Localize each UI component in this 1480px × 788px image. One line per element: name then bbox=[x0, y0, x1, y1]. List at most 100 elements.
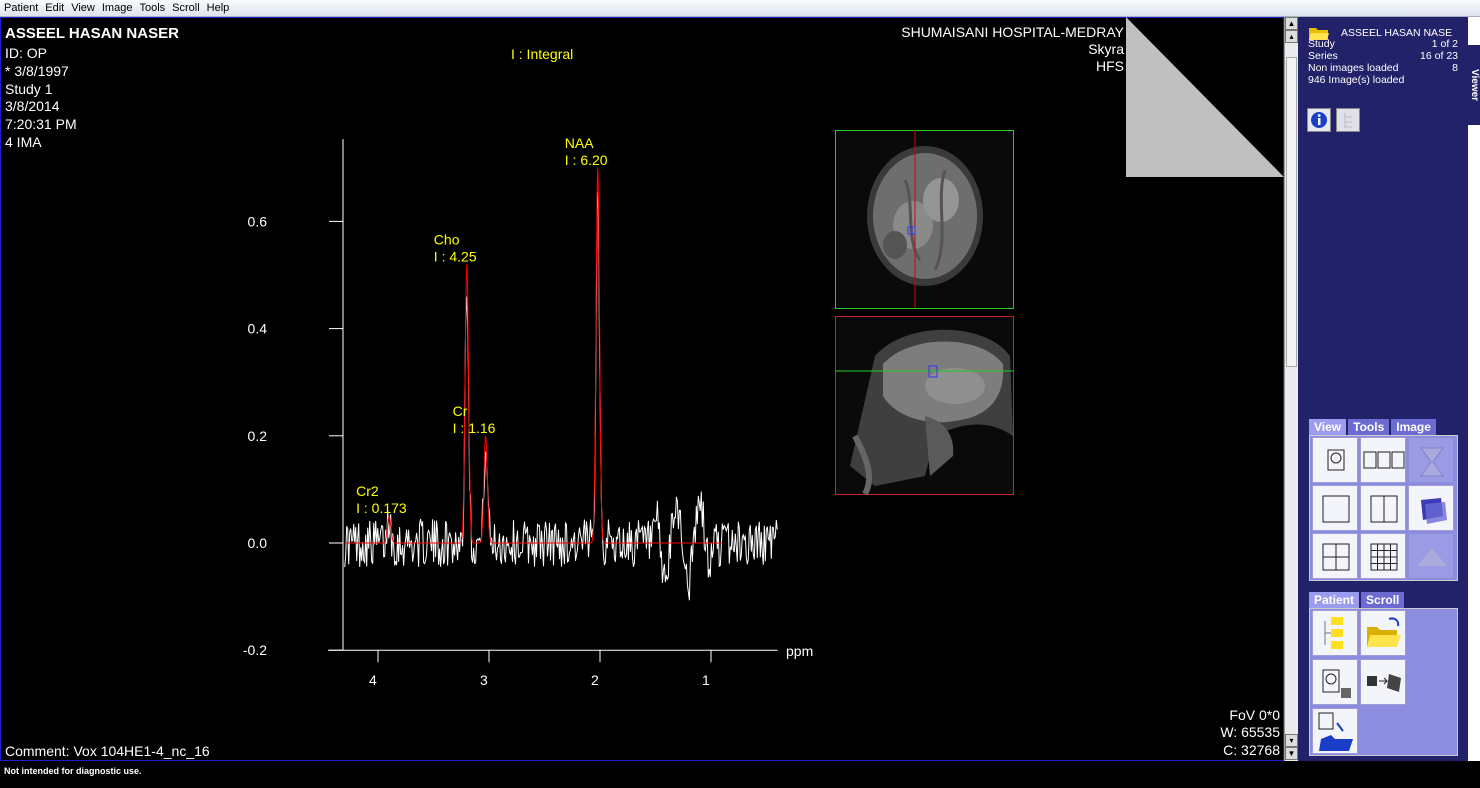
peak-integral-naa: I : 6.20 bbox=[565, 152, 608, 168]
patient-list-icon bbox=[1324, 617, 1343, 649]
series-info: Study 1 of 2 Series 16 of 23 Non images lo… bbox=[1308, 38, 1458, 86]
scrollbar-thumb[interactable] bbox=[1286, 57, 1297, 367]
menu-patient[interactable]: Patient bbox=[4, 2, 38, 14]
layout-grid-button[interactable] bbox=[1360, 533, 1406, 579]
integral-label: I : Integral bbox=[511, 46, 574, 62]
x-axis-label: ppm bbox=[786, 643, 813, 659]
3d-view-button[interactable] bbox=[1408, 437, 1454, 483]
image-count: 4 IMA bbox=[5, 134, 42, 150]
menu-help[interactable]: Help bbox=[207, 2, 230, 14]
export-button[interactable] bbox=[1312, 708, 1358, 754]
study-row: Study 1 of 2 bbox=[1308, 38, 1458, 50]
page-curl-icon[interactable] bbox=[1126, 17, 1284, 177]
x-tick-label: 4 bbox=[369, 672, 377, 688]
x-tick-label: 3 bbox=[480, 672, 488, 688]
tab-image[interactable]: Image bbox=[1391, 419, 1436, 435]
peak-integral-cr: I : 1.16 bbox=[453, 420, 496, 436]
info-button[interactable] bbox=[1307, 108, 1331, 132]
menu-scroll[interactable]: Scroll bbox=[172, 2, 200, 14]
stack-icon bbox=[1421, 498, 1447, 524]
y-tick-label: 0.0 bbox=[248, 535, 268, 551]
hospital-name: SHUMAISANI HOSPITAL-MEDRAY bbox=[901, 24, 1124, 40]
status-bar: Not intended for diagnostic use. bbox=[0, 762, 1480, 788]
y-tick-label: 0.2 bbox=[248, 428, 268, 444]
x-tick-label: 2 bbox=[591, 672, 599, 688]
peak-label-cr2: Cr2 bbox=[356, 483, 379, 499]
view-tools-panel bbox=[1309, 435, 1458, 581]
non-images-row-label: Non images loaded bbox=[1308, 62, 1399, 74]
patient-tools-panel bbox=[1309, 608, 1458, 756]
tree-view-button[interactable] bbox=[1336, 108, 1360, 132]
study-row-label: Study bbox=[1308, 38, 1335, 50]
fit-trace bbox=[344, 167, 723, 544]
peak-integral-cho: I : 4.25 bbox=[434, 248, 477, 264]
mpr-button[interactable] bbox=[1408, 533, 1454, 579]
tab-tools[interactable]: Tools bbox=[1348, 419, 1390, 435]
tab-view[interactable]: View bbox=[1309, 419, 1347, 435]
tab-viewer[interactable]: Viewer bbox=[1468, 45, 1480, 125]
comment-text: Comment: Vox 104HE1-4_nc_16 bbox=[5, 743, 210, 759]
menu-tools[interactable]: Tools bbox=[139, 2, 165, 14]
sagittal-localizer[interactable] bbox=[835, 316, 1015, 496]
non-images-row-value: 8 bbox=[1452, 62, 1458, 74]
peak-integral-cr2: I : 0.173 bbox=[356, 500, 407, 516]
triple-view-button[interactable] bbox=[1360, 437, 1406, 483]
layout-1x1-icon bbox=[1322, 495, 1350, 523]
patient-position: HFS bbox=[1096, 58, 1124, 74]
open-folder-icon bbox=[1367, 617, 1401, 647]
layout-2x2-button[interactable] bbox=[1312, 533, 1358, 579]
scroll-down-icon[interactable]: ▾ bbox=[1285, 734, 1298, 747]
transfer-button[interactable] bbox=[1360, 659, 1406, 705]
layout-grid-icon bbox=[1370, 543, 1398, 571]
tab-scroll[interactable]: Scroll bbox=[1361, 592, 1405, 608]
patient-tabs: Patient Scroll bbox=[1309, 592, 1406, 608]
spectrum-chart: 0.60.40.20.0-0.24 3 2 1ppmNAAI : 6.20ChoI :… bbox=[243, 135, 813, 688]
view-tabs: View Tools Image bbox=[1309, 419, 1438, 435]
side-panel: ASSEEL HASAN NASE Study 1 of 2 Series 16 o… bbox=[1298, 17, 1468, 761]
fov-value: FoV 0*0 bbox=[1229, 707, 1280, 723]
menu-view[interactable]: View bbox=[71, 2, 95, 14]
cube-icon bbox=[1420, 447, 1444, 477]
signal-trace bbox=[344, 192, 778, 601]
layout-1x2-button[interactable] bbox=[1360, 485, 1406, 531]
y-tick-label: 0.4 bbox=[248, 321, 268, 337]
y-tick-label: 0.6 bbox=[248, 213, 268, 229]
save-head-icon bbox=[1322, 669, 1351, 698]
study-label: Study 1 bbox=[5, 81, 53, 97]
y-tick-label: -0.2 bbox=[243, 642, 267, 658]
heads-icon bbox=[1363, 451, 1405, 469]
peak-label-cho: Cho bbox=[434, 231, 460, 247]
series-row-value: 16 of 23 bbox=[1420, 50, 1458, 62]
viewer-side-tab: Viewer bbox=[1468, 17, 1480, 761]
save-image-button[interactable] bbox=[1312, 659, 1358, 705]
scroll-last-icon[interactable]: ▼ bbox=[1285, 747, 1298, 760]
tab-patient[interactable]: Patient bbox=[1309, 592, 1360, 608]
tree-icon bbox=[1344, 113, 1352, 128]
open-folder-button[interactable] bbox=[1360, 610, 1406, 656]
head-icon bbox=[1327, 449, 1345, 471]
x-tick-label: 1 bbox=[702, 672, 710, 688]
transfer-icon bbox=[1367, 674, 1401, 692]
layout-1x1-button[interactable] bbox=[1312, 485, 1358, 531]
peak-label-naa: NAA bbox=[565, 135, 594, 151]
menu-image[interactable]: Image bbox=[102, 2, 133, 14]
patient-name: ASSEEL HASAN NASER bbox=[5, 25, 179, 42]
info-icon bbox=[1311, 112, 1327, 128]
single-view-button[interactable] bbox=[1312, 437, 1358, 483]
axial-localizer[interactable] bbox=[835, 130, 1015, 310]
patient-browser-button[interactable] bbox=[1312, 610, 1358, 656]
menu-edit[interactable]: Edit bbox=[45, 2, 64, 14]
non-images-row: Non images loaded 8 bbox=[1308, 62, 1458, 74]
patient-id: ID: OP bbox=[5, 45, 48, 61]
pyramid-icon bbox=[1417, 548, 1447, 566]
menu-bar: Patient Edit View Image Tools Scroll Hel… bbox=[0, 0, 1480, 17]
layout-2x2-icon bbox=[1322, 543, 1350, 571]
export-icon bbox=[1318, 712, 1353, 751]
scroll-up-icon[interactable]: ▴ bbox=[1285, 30, 1298, 43]
image-scrollbar[interactable]: ▲ ▴ ▾ ▼ bbox=[1284, 17, 1298, 761]
scroll-first-icon[interactable]: ▲ bbox=[1285, 17, 1298, 30]
study-date: 3/8/2014 bbox=[5, 98, 60, 114]
window-width: W: 65535 bbox=[1220, 724, 1280, 740]
patient-birthdate: * 3/8/1997 bbox=[5, 63, 69, 79]
stack-view-button[interactable] bbox=[1408, 485, 1454, 531]
